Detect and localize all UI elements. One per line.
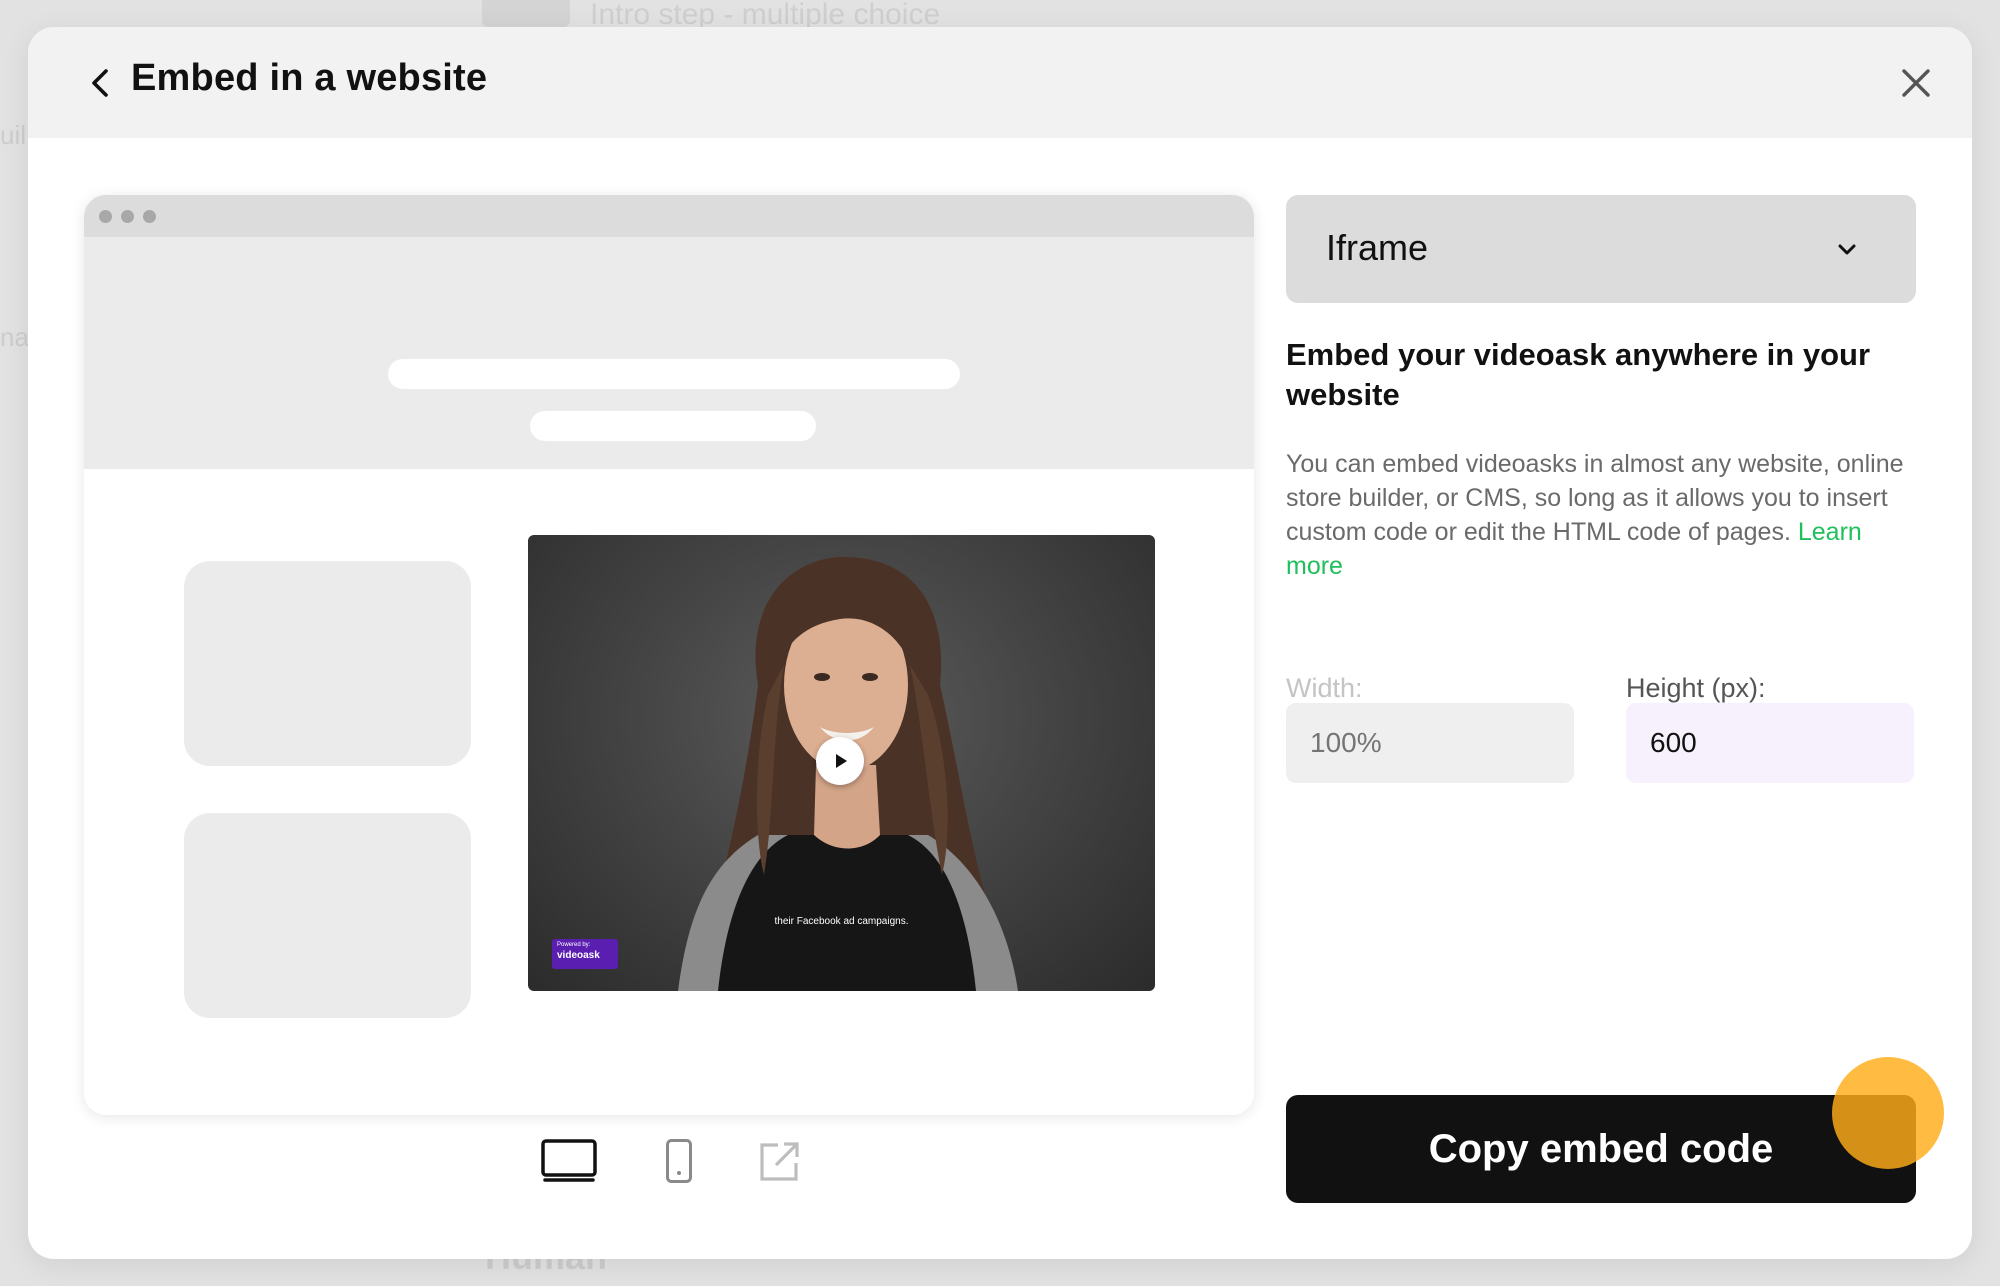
mobile-view-button[interactable] xyxy=(665,1138,693,1189)
embed-modal: Embed in a website their Facebook ad cam… xyxy=(28,27,1972,1259)
powered-by-badge[interactable]: Powered by: videoask xyxy=(552,939,618,969)
play-button[interactable] xyxy=(816,737,864,785)
modal-header: Embed in a website xyxy=(28,27,1972,138)
copy-embed-code-button[interactable]: Copy embed code xyxy=(1286,1095,1916,1203)
width-label: Width: xyxy=(1286,673,1363,703)
background-left-text: uil xyxy=(0,120,27,150)
height-input[interactable] xyxy=(1626,703,1914,783)
back-button[interactable] xyxy=(80,63,120,103)
background-step-thumbnail xyxy=(482,0,570,28)
placeholder-card xyxy=(184,813,471,1018)
preview-hero-placeholder xyxy=(84,237,1254,469)
height-label: Height (px): xyxy=(1626,673,1766,703)
browser-dot xyxy=(121,210,134,223)
play-icon xyxy=(836,754,847,768)
width-input[interactable] xyxy=(1286,703,1574,783)
close-icon xyxy=(1902,69,1930,97)
browser-bar xyxy=(84,195,1254,237)
browser-dot xyxy=(99,210,112,223)
browser-dot xyxy=(143,210,156,223)
cursor-highlight xyxy=(1832,1057,1944,1169)
embed-type-value: Iframe xyxy=(1326,227,1429,268)
open-in-new-tab-button[interactable] xyxy=(758,1139,802,1188)
background-step-title: Intro step - multiple choice xyxy=(590,0,941,31)
chevron-down-icon xyxy=(1838,244,1856,255)
close-button[interactable] xyxy=(1898,65,1934,101)
badge-top-text: Powered by: xyxy=(557,942,591,948)
modal-title: Embed in a website xyxy=(131,57,488,99)
website-preview: their Facebook ad campaigns. Powered by:… xyxy=(84,195,1254,1115)
background-left-text: na xyxy=(0,322,29,352)
desktop-icon xyxy=(541,1139,597,1182)
placeholder-card xyxy=(184,561,471,766)
desktop-view-button[interactable] xyxy=(540,1138,598,1189)
panel-heading: Embed your videoask anywhere in your web… xyxy=(1286,337,1871,412)
badge-brand-name: videoask xyxy=(557,950,600,961)
placeholder-line xyxy=(388,359,960,389)
panel-description: You can embed videoasks in almost any we… xyxy=(1286,447,1916,583)
external-link-icon xyxy=(760,1142,799,1181)
video-caption: their Facebook ad campaigns. xyxy=(774,916,909,927)
chevron-left-icon xyxy=(92,69,108,97)
placeholder-line xyxy=(530,411,816,441)
video-preview[interactable]: their Facebook ad campaigns. Powered by:… xyxy=(528,535,1155,991)
embed-type-select[interactable]: Iframe xyxy=(1286,195,1916,303)
mobile-icon xyxy=(666,1139,692,1183)
